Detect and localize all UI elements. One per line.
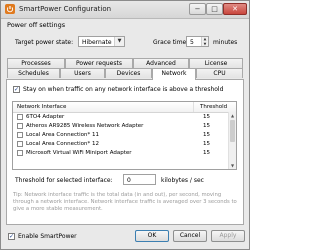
power-off-group-label: Power off settings	[7, 21, 66, 29]
scroll-down-icon[interactable]: ▼	[229, 162, 236, 169]
interface-name: 6TO4 Adapter	[26, 114, 65, 120]
tab-cpu[interactable]: CPU	[196, 68, 243, 78]
apply-button[interactable]: Apply	[211, 230, 245, 242]
tab-processes[interactable]: Processes	[7, 58, 65, 68]
network-interface-list[interactable]: Network Interface Threshold 6TO4 Adapter…	[12, 101, 237, 170]
interface-name: Microsoft Virtual WiFi Miniport Adapter	[26, 150, 132, 156]
row-checkbox[interactable]	[17, 123, 23, 129]
stay-on-checkbox[interactable]: ✓	[13, 86, 20, 93]
interface-threshold: 15	[203, 141, 210, 147]
row-checkbox[interactable]	[17, 132, 23, 138]
spinner-arrows-icon[interactable]: ▲ ▼	[201, 37, 208, 46]
maximize-button[interactable]: □	[206, 3, 223, 15]
list-item[interactable]: Local Area Connection* 11 15	[13, 131, 236, 140]
enable-smartpower-label: Enable SmartPower	[18, 233, 77, 240]
tab-devices[interactable]: Devices	[105, 68, 152, 78]
interface-threshold: 15	[203, 114, 210, 120]
list-item[interactable]: 6TO4 Adapter 15	[13, 113, 236, 122]
target-power-state-label: Target power state:	[15, 39, 74, 46]
title-bar[interactable]: SmartPower Configuration − □ ✕	[1, 1, 249, 19]
grace-time-unit: minutes	[213, 39, 238, 46]
interface-threshold: 15	[203, 123, 210, 129]
cancel-button[interactable]: Cancel	[173, 230, 207, 242]
interface-threshold: 15	[203, 132, 210, 138]
window-title: SmartPower Configuration	[19, 5, 112, 13]
checkmark-icon: ✓	[14, 86, 20, 93]
row-checkbox[interactable]	[17, 114, 23, 120]
ok-button[interactable]: OK	[135, 230, 169, 242]
tip-text: Tip: Network interface traffic is the to…	[13, 192, 237, 212]
tab-network[interactable]: Network	[152, 68, 196, 80]
target-power-state-value: Hibernate	[82, 39, 112, 46]
row-checkbox[interactable]	[17, 150, 23, 156]
interface-name: Local Area Connection* 11	[26, 132, 100, 138]
row-checkbox[interactable]	[17, 141, 23, 147]
scroll-up-icon[interactable]: ▲	[229, 112, 236, 119]
checkmark-icon: ✓	[9, 233, 15, 240]
tab-power-requests[interactable]: Power requests	[65, 58, 133, 68]
grace-time-label: Grace time:	[153, 39, 189, 46]
list-item[interactable]: Local Area Connection* 12 15	[13, 140, 236, 149]
grace-time-value: 5	[190, 39, 194, 46]
tab-users[interactable]: Users	[60, 68, 105, 78]
minimize-icon: −	[194, 5, 201, 13]
smartpower-app-icon	[5, 4, 15, 14]
close-icon: ✕	[232, 5, 238, 13]
interface-name: Local Area Connection* 12	[26, 141, 100, 147]
interface-threshold: 15	[203, 150, 210, 156]
chevron-down-icon: ▼	[114, 37, 124, 46]
list-item[interactable]: Microsoft Virtual WiFi Miniport Adapter …	[13, 149, 236, 158]
list-scrollbar[interactable]: ▲ ▼	[228, 112, 236, 169]
interface-name: Atheros AR9285 Wireless Network Adapter	[26, 123, 144, 129]
tab-advanced[interactable]: Advanced	[133, 58, 189, 68]
column-divider[interactable]	[193, 102, 194, 112]
column-header-network-interface[interactable]: Network Interface	[17, 104, 66, 110]
tab-license[interactable]: License	[189, 58, 243, 68]
target-power-state-select[interactable]: Hibernate ▼	[78, 36, 125, 47]
smartpower-window: SmartPower Configuration − □ ✕ Power off…	[0, 0, 250, 250]
minimize-button[interactable]: −	[189, 3, 206, 15]
grace-time-stepper[interactable]: 5 ▲ ▼	[186, 36, 209, 47]
enable-smartpower-checkbox[interactable]: ✓	[8, 233, 15, 240]
threshold-input[interactable]: 0	[123, 174, 156, 185]
threshold-unit: kilobytes / sec	[161, 177, 204, 184]
column-header-threshold[interactable]: Threshold	[200, 104, 227, 110]
list-item[interactable]: Atheros AR9285 Wireless Network Adapter …	[13, 122, 236, 131]
list-header: Network Interface Threshold	[13, 102, 236, 113]
threshold-label: Threshold for selected interface:	[15, 177, 113, 184]
maximize-icon: □	[211, 5, 218, 13]
tab-schedules[interactable]: Schedules	[7, 68, 60, 78]
close-button[interactable]: ✕	[223, 3, 247, 15]
scrollbar-thumb[interactable]	[230, 120, 235, 142]
threshold-value: 0	[127, 177, 131, 184]
stay-on-label: Stay on when traffic on any network inte…	[23, 86, 224, 93]
